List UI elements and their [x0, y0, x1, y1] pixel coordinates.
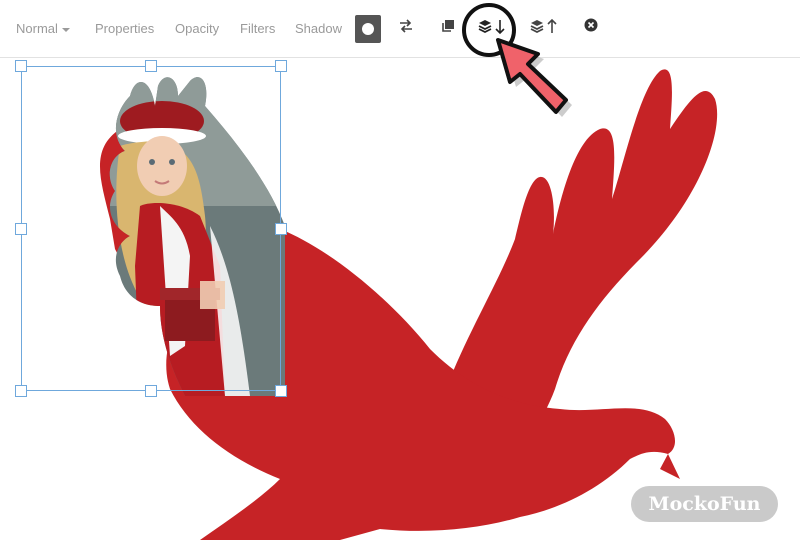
delete-icon — [584, 18, 598, 32]
blend-mode-dropdown[interactable]: Normal — [16, 21, 70, 36]
resize-handle-top[interactable] — [145, 60, 157, 72]
duplicate-button[interactable] — [440, 18, 456, 34]
chevron-down-icon — [61, 27, 70, 32]
delete-button[interactable] — [584, 18, 598, 32]
swap-icon — [400, 19, 412, 33]
bring-forward-icon — [530, 18, 557, 34]
blend-mode-label: Normal — [16, 21, 58, 36]
resize-handle-bottom[interactable] — [145, 385, 157, 397]
editor-toolbar: Normal Properties Opacity Filters Shadow — [0, 0, 800, 58]
swap-button[interactable] — [398, 18, 414, 34]
resize-handle-right[interactable] — [275, 223, 287, 235]
design-canvas[interactable] — [0, 59, 800, 540]
watermark: MockoFun — [631, 486, 778, 522]
resize-handle-top-left[interactable] — [15, 60, 27, 72]
resize-handle-bottom-right[interactable] — [275, 385, 287, 397]
properties-button[interactable]: Properties — [95, 21, 154, 36]
bring-forward-button[interactable] — [530, 18, 560, 36]
selection-frame[interactable] — [15, 60, 287, 397]
resize-handle-left[interactable] — [15, 223, 27, 235]
duplicate-icon — [442, 20, 454, 32]
resize-handle-top-right[interactable] — [275, 60, 287, 72]
circle-mask-button[interactable] — [355, 15, 381, 43]
shadow-button[interactable]: Shadow — [295, 21, 342, 36]
resize-handle-bottom-left[interactable] — [15, 385, 27, 397]
circle-mask-icon — [362, 23, 374, 35]
filters-button[interactable]: Filters — [240, 21, 275, 36]
opacity-button[interactable]: Opacity — [175, 21, 219, 36]
